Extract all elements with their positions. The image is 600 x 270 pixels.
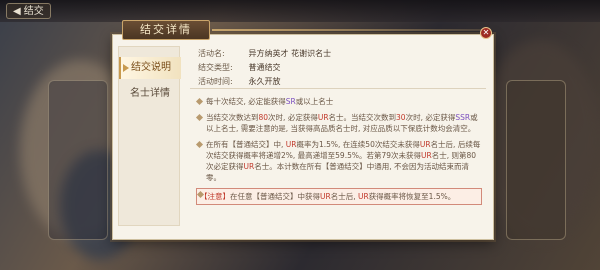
- title-divider: [212, 29, 482, 31]
- close-icon: ✕: [482, 28, 490, 37]
- info-value: 普通结交: [248, 63, 281, 72]
- tab-description[interactable]: 结交说明: [119, 57, 181, 79]
- bullet-icon: [195, 97, 204, 106]
- character-card: [48, 80, 108, 240]
- character-card: [506, 80, 566, 240]
- back-button[interactable]: ◀ 结交: [6, 3, 51, 19]
- rule-text: 或以上名士: [295, 97, 334, 106]
- tab-label: 结交说明: [131, 62, 171, 73]
- modal-content: 活动名: 异方纳英才 花谢识名士 结交类型: 普通结交 活动时间: 永久开放 每…: [190, 44, 486, 234]
- rule-text: 当结交次数达到: [206, 113, 259, 122]
- tab-celebrity-details[interactable]: 名士详情: [119, 83, 181, 105]
- rule-text: UR: [317, 113, 329, 122]
- info-value: 永久开放: [248, 77, 281, 86]
- content-divider: [190, 88, 486, 89]
- rule-text: 名士后,: [330, 192, 358, 201]
- modal-title-ribbon: 结交详情: [122, 20, 210, 40]
- rule-item: 每十次结交, 必定能获得SR或以上名士: [195, 96, 482, 107]
- rule-text: SR: [285, 97, 296, 106]
- tab-list: 结交说明 名士详情: [118, 46, 181, 226]
- bullet-icon: [195, 113, 204, 122]
- rule-text: 概率为1.5%, 在连续50次结交未获得: [296, 140, 420, 149]
- rule-text: 每十次结交, 必定能获得: [206, 97, 286, 106]
- info-time: 活动时间: 永久开放: [198, 76, 281, 88]
- rule-text: 次时, 必定获得: [268, 113, 318, 122]
- rule-text: 名士。当结交次数到: [328, 113, 397, 122]
- modal-title: 结交详情: [140, 23, 192, 36]
- rule-text: 80: [258, 113, 269, 122]
- rule-item: 在所有【普通结交】中, UR概率为1.5%, 在连续50次结交未获得UR名士后,…: [195, 139, 482, 183]
- tab-label: 名士详情: [130, 88, 170, 99]
- rule-text: 【注意】: [200, 192, 230, 201]
- rules-list: 每十次结交, 必定能获得SR或以上名士 当结交次数达到80次时, 必定获得UR名士…: [195, 96, 482, 210]
- info-label: 活动时间:: [198, 77, 233, 86]
- rule-text: 获得概率将恢复至1.5%。: [368, 192, 456, 201]
- rule-text: UR: [285, 140, 297, 149]
- rule-text: UR: [421, 151, 432, 160]
- back-button-label: 结交: [23, 6, 44, 17]
- top-bar: ◀ 结交: [0, 0, 600, 22]
- close-button[interactable]: ✕: [480, 27, 492, 39]
- info-type: 结交类型: 普通结交: [198, 62, 281, 74]
- rule-text: UR: [320, 192, 331, 201]
- rule-text: UR: [357, 192, 369, 201]
- rule-text: 在所有【普通结交】中,: [206, 140, 286, 149]
- info-label: 结交类型:: [198, 63, 233, 72]
- notice-rule: 【注意】在任意【普通结交】中获得UR名士后, UR获得概率将恢复至1.5%。: [196, 188, 482, 205]
- rule-text: 次时, 必定获得: [405, 113, 456, 122]
- bullet-icon: [195, 140, 204, 149]
- rule-text: 在任意【普通结交】中获得: [230, 192, 320, 201]
- rule-text: 30: [396, 113, 406, 122]
- info-value: 异方纳英才 花谢识名士: [248, 49, 332, 58]
- rule-text: UR: [419, 140, 431, 149]
- back-arrow-icon: ◀: [13, 6, 21, 17]
- rule-item: 当结交次数达到80次时, 必定获得UR名士。当结交次数到30次时, 必定获得SS…: [195, 112, 482, 134]
- info-label: 活动名:: [198, 49, 225, 58]
- rule-text: UR: [243, 162, 255, 171]
- rule-text: SSR: [455, 113, 471, 122]
- info-activity: 活动名: 异方纳英才 花谢识名士: [198, 48, 331, 60]
- tab-active-marker-icon: [123, 64, 129, 72]
